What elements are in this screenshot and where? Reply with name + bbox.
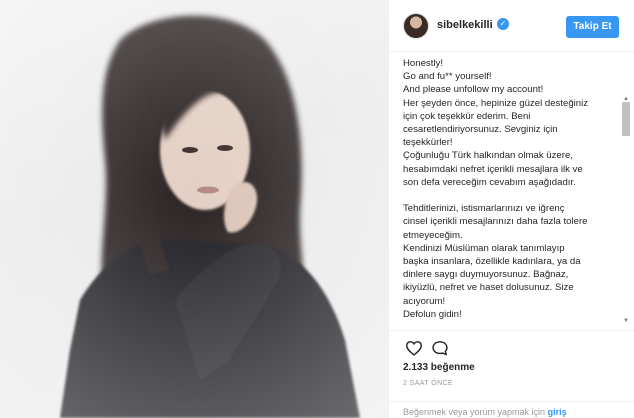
caption-line: Honestly!	[403, 58, 443, 69]
caption-scrollbar[interactable]	[622, 102, 630, 324]
post-actions: 2.133 beğenme 2 SAAT ÖNCE Beğenmek veya …	[389, 330, 634, 418]
like-count[interactable]: 2.133 beğenme	[403, 362, 475, 373]
caption-line: ikiyüzlü, nefret ve haset dolusunuz. Siz…	[403, 282, 574, 294]
caption-line: etmeyeceğim.	[403, 229, 463, 241]
post-header: sibelkekilli ✓ Takip Et	[389, 0, 634, 52]
caption-line: acıyorum!	[403, 295, 446, 307]
caption-line: için çok teşekkür ederim. Beni	[403, 110, 531, 122]
caption-line: başka insanlara, özellikle kadınlara, ya…	[403, 256, 581, 268]
caption-line	[403, 189, 618, 202]
login-prompt: Beğenmek veya yorum yapmak için giriş	[389, 401, 634, 418]
post-caption: Honestly! Go and fu** yourself! And please…	[403, 57, 618, 327]
comment-bubble-icon[interactable]	[431, 340, 449, 356]
follow-button[interactable]: Takip Et	[566, 16, 619, 38]
username-link[interactable]: sibelkekilli	[437, 19, 493, 31]
caption-line: Go and fu** yourself!	[403, 71, 492, 83]
caption-line: Çoğunluğu Türk halkından olmak üzere,	[403, 150, 573, 162]
post-side-panel: sibelkekilli ✓ Takip Et Honestly! Go and …	[388, 0, 634, 418]
caption-line: teşekkürler!	[403, 137, 453, 149]
caption-line: Kendinizi Müslüman olarak tanımlayıp	[403, 242, 565, 254]
caption-line: cesaretlendiriyorsunuz. Sevginiz için	[403, 124, 558, 136]
caption-line: son defa vereceğim cevabım aşağıdadır.	[403, 176, 576, 188]
post-photo[interactable]	[0, 0, 388, 418]
caption-line: cinsel içerikli mesajlarınızı daha fazla…	[403, 216, 588, 228]
caption-line: And please unfollow my account!	[403, 84, 544, 96]
login-prompt-label: Beğenmek veya yorum yapmak için	[403, 407, 546, 417]
scrollbar-thumb[interactable]	[622, 102, 630, 136]
caption-line: hesabımdaki nefret içerikli mesajlara il…	[403, 163, 583, 175]
photo-image	[0, 0, 388, 418]
verified-badge-icon: ✓	[497, 18, 509, 30]
avatar[interactable]	[403, 13, 429, 39]
heart-outline-icon[interactable]	[405, 340, 423, 356]
caption-line: dinlere saygı duymuyorsunuz. Bağnaz,	[403, 269, 569, 281]
login-link[interactable]: giriş	[548, 407, 567, 417]
post-timestamp: 2 SAAT ÖNCE	[403, 380, 454, 387]
caption-line: Her şeyden önce, hepinize güzel desteğin…	[403, 97, 589, 109]
login-prompt-text: Beğenmek veya yorum yapmak için giriş	[403, 407, 567, 417]
caption-line: Tehditlerinizi, istismarlarınızı ve iğre…	[403, 203, 565, 215]
caption-line: Defolun gidin!	[403, 308, 462, 320]
scroll-down-arrow-icon[interactable]: ▼	[623, 318, 629, 324]
